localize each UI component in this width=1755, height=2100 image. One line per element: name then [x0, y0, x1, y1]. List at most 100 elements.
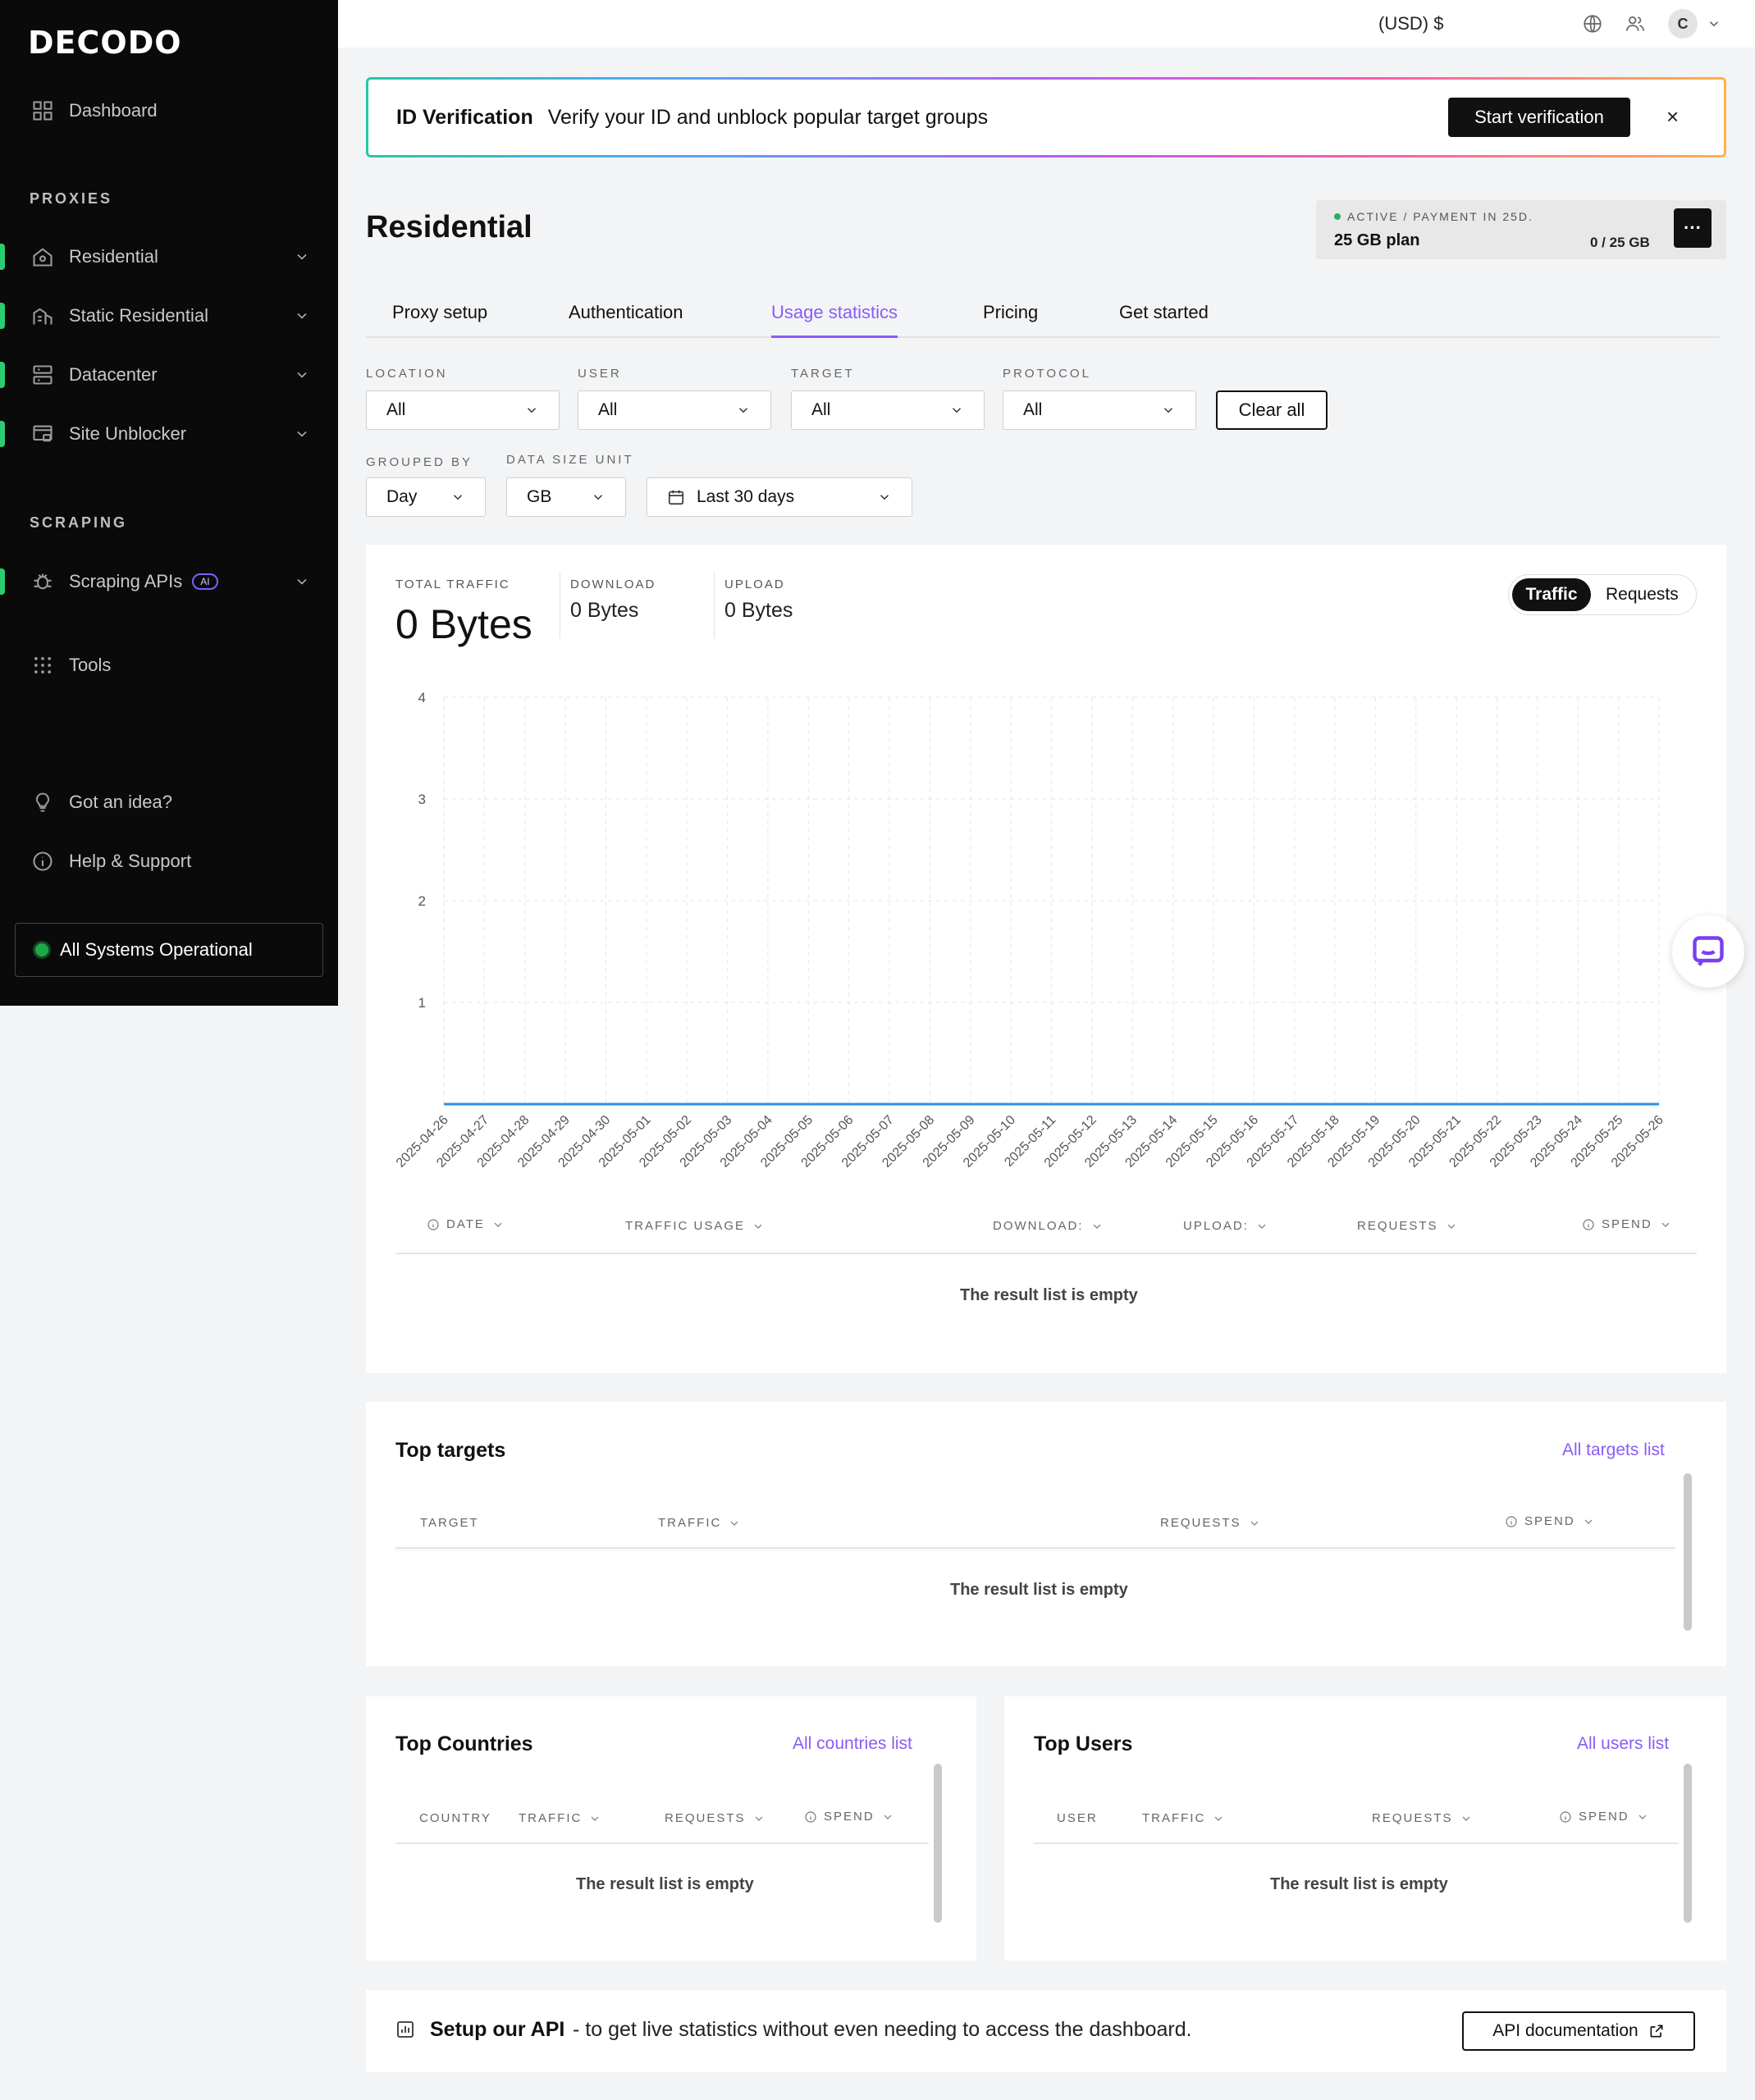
download-column-header[interactable]: DOWNLOAD:	[993, 1219, 1104, 1233]
traffic-usage-column-header[interactable]: TRAFFIC USAGE	[625, 1219, 765, 1233]
api-documentation-button[interactable]: API documentation	[1462, 2011, 1695, 2051]
currency-selector[interactable]: (USD) $	[1378, 13, 1443, 34]
protocol-label: PROTOCOL	[1003, 367, 1091, 381]
countries-scrollbar[interactable]	[934, 1764, 942, 1923]
sidebar-item-scraping-apis[interactable]: Scraping APIs AI	[0, 557, 310, 606]
chevron-down-icon[interactable]	[1707, 16, 1721, 31]
tab-usage-statistics[interactable]: Usage statistics	[771, 302, 898, 338]
spend-column-header[interactable]: SPEND	[1582, 1217, 1672, 1231]
column-header-label: REQUESTS	[665, 1811, 746, 1825]
traffic-column-header[interactable]: TRAFFIC	[519, 1811, 601, 1825]
status-dot-icon	[35, 943, 48, 956]
chevron-down-icon	[297, 253, 307, 260]
spend-column-header[interactable]: SPEND	[1559, 1810, 1649, 1824]
requests-toggle-option[interactable]: Requests	[1606, 585, 1679, 605]
grouped-by-select[interactable]: Day	[366, 477, 486, 517]
upload-value: 0 Bytes	[724, 599, 793, 622]
top-targets-title: Top targets	[395, 1439, 506, 1462]
location-value: All	[386, 400, 406, 419]
sidebar-item-residential[interactable]: Residential	[0, 232, 310, 281]
sidebar-item-site-unblocker[interactable]: Site Unblocker	[0, 409, 310, 459]
y-tick-label: 1	[418, 995, 426, 1011]
system-status[interactable]: All Systems Operational	[15, 923, 323, 977]
all-users-link[interactable]: All users list	[1577, 1734, 1669, 1754]
all-targets-link[interactable]: All targets list	[1562, 1440, 1665, 1460]
column-header-label: SPEND	[824, 1810, 875, 1824]
protocol-select[interactable]: All	[1003, 390, 1196, 430]
sidebar-item-label: Help & Support	[69, 851, 192, 871]
traffic-requests-toggle[interactable]: Traffic Requests	[1508, 574, 1697, 615]
tab-proxy-setup[interactable]: Proxy setup	[392, 302, 487, 338]
clear-all-button[interactable]: Clear all	[1216, 390, 1328, 430]
column-header-label: DATE	[446, 1217, 485, 1231]
start-verification-button[interactable]: Start verification	[1448, 98, 1630, 137]
chevron-down-icon	[593, 495, 603, 500]
user-column-header[interactable]: USER	[1057, 1811, 1098, 1825]
chevron-down-icon	[453, 495, 463, 500]
close-icon[interactable]: ×	[1666, 104, 1679, 130]
column-header-label: REQUESTS	[1357, 1219, 1438, 1233]
usage-empty-message: The result list is empty	[960, 1286, 1138, 1304]
plan-name: 25 GB plan	[1334, 231, 1420, 249]
avatar[interactable]: C	[1668, 9, 1698, 39]
column-header-label: SPEND	[1602, 1217, 1652, 1231]
requests-column-header[interactable]: REQUESTS	[1160, 1516, 1261, 1530]
table-divider	[1034, 1842, 1679, 1844]
requests-column-header[interactable]: REQUESTS	[665, 1811, 766, 1825]
sidebar-item-datacenter[interactable]: Datacenter	[0, 350, 310, 399]
traffic-column-header[interactable]: TRAFFIC	[658, 1516, 741, 1530]
user-select[interactable]: All	[578, 390, 771, 430]
target-column-header[interactable]: TARGET	[420, 1516, 479, 1530]
chevron-down-icon	[1250, 1521, 1258, 1526]
sidebar-item-dashboard[interactable]: Dashboard	[31, 86, 310, 135]
targets-scrollbar[interactable]	[1684, 1473, 1692, 1631]
top-targets-card	[366, 1402, 1726, 1666]
requests-column-header[interactable]: REQUESTS	[1372, 1811, 1473, 1825]
data-size-unit-select[interactable]: GB	[506, 477, 626, 517]
traffic-toggle-option[interactable]: Traffic	[1512, 578, 1591, 611]
decodo-logo[interactable]: DECODO	[28, 25, 182, 61]
all-countries-link[interactable]: All countries list	[793, 1734, 912, 1754]
target-select[interactable]: All	[791, 390, 985, 430]
topbar: (USD) $ C	[338, 0, 1755, 48]
unlock-browser-icon	[33, 425, 53, 442]
sidebar-item-tools[interactable]: Tools	[31, 641, 310, 690]
location-select[interactable]: All	[366, 390, 560, 430]
tab-authentication[interactable]: Authentication	[569, 302, 683, 338]
date-column-header[interactable]: DATE	[427, 1217, 505, 1231]
sidebar-item-label: Site Unblocker	[69, 423, 187, 444]
tab-get-started[interactable]: Get started	[1119, 302, 1209, 338]
target-label: TARGET	[791, 367, 855, 381]
chevron-down-icon	[1661, 1222, 1670, 1227]
date-range-select[interactable]: Last 30 days	[647, 477, 912, 517]
chevron-down-icon	[730, 1521, 738, 1526]
grid-dots-icon	[34, 656, 52, 674]
table-divider	[395, 1842, 929, 1844]
sidebar-item-label: Datacenter	[69, 364, 158, 385]
users-icon[interactable]	[1625, 13, 1646, 34]
sidebar-item-got-an-idea[interactable]: Got an idea?	[31, 778, 310, 827]
more-options-button[interactable]: ···	[1674, 208, 1712, 248]
tab-pricing[interactable]: Pricing	[983, 302, 1038, 338]
traffic-column-header[interactable]: TRAFFIC	[1142, 1811, 1225, 1825]
banner-text: Verify your ID and unblock popular targe…	[547, 105, 989, 129]
upload-column-header[interactable]: UPLOAD:	[1183, 1219, 1268, 1233]
globe-icon[interactable]	[1582, 13, 1603, 34]
api-banner-text: - to get live statistics without even ne…	[573, 2018, 1192, 2041]
sidebar-item-help-support[interactable]: Help & Support	[31, 837, 310, 886]
column-header-label: DOWNLOAD:	[993, 1219, 1084, 1233]
info-icon	[805, 1810, 816, 1823]
y-tick-label: 4	[418, 690, 426, 705]
spend-column-header[interactable]: SPEND	[804, 1810, 894, 1824]
requests-column-header[interactable]: REQUESTS	[1357, 1219, 1458, 1233]
chat-support-button[interactable]	[1672, 915, 1744, 988]
external-link-icon	[1650, 2025, 1663, 2038]
sidebar-item-static-residential[interactable]: Static Residential	[0, 291, 310, 340]
users-scrollbar[interactable]	[1684, 1764, 1692, 1923]
top-users-title: Top Users	[1034, 1732, 1133, 1755]
chevron-down-icon	[880, 495, 889, 500]
api-banner-title: Setup our API	[430, 2018, 565, 2041]
spend-column-header[interactable]: SPEND	[1505, 1514, 1595, 1528]
column-header-label: UPLOAD:	[1183, 1219, 1249, 1233]
country-column-header[interactable]: COUNTRY	[419, 1811, 491, 1825]
